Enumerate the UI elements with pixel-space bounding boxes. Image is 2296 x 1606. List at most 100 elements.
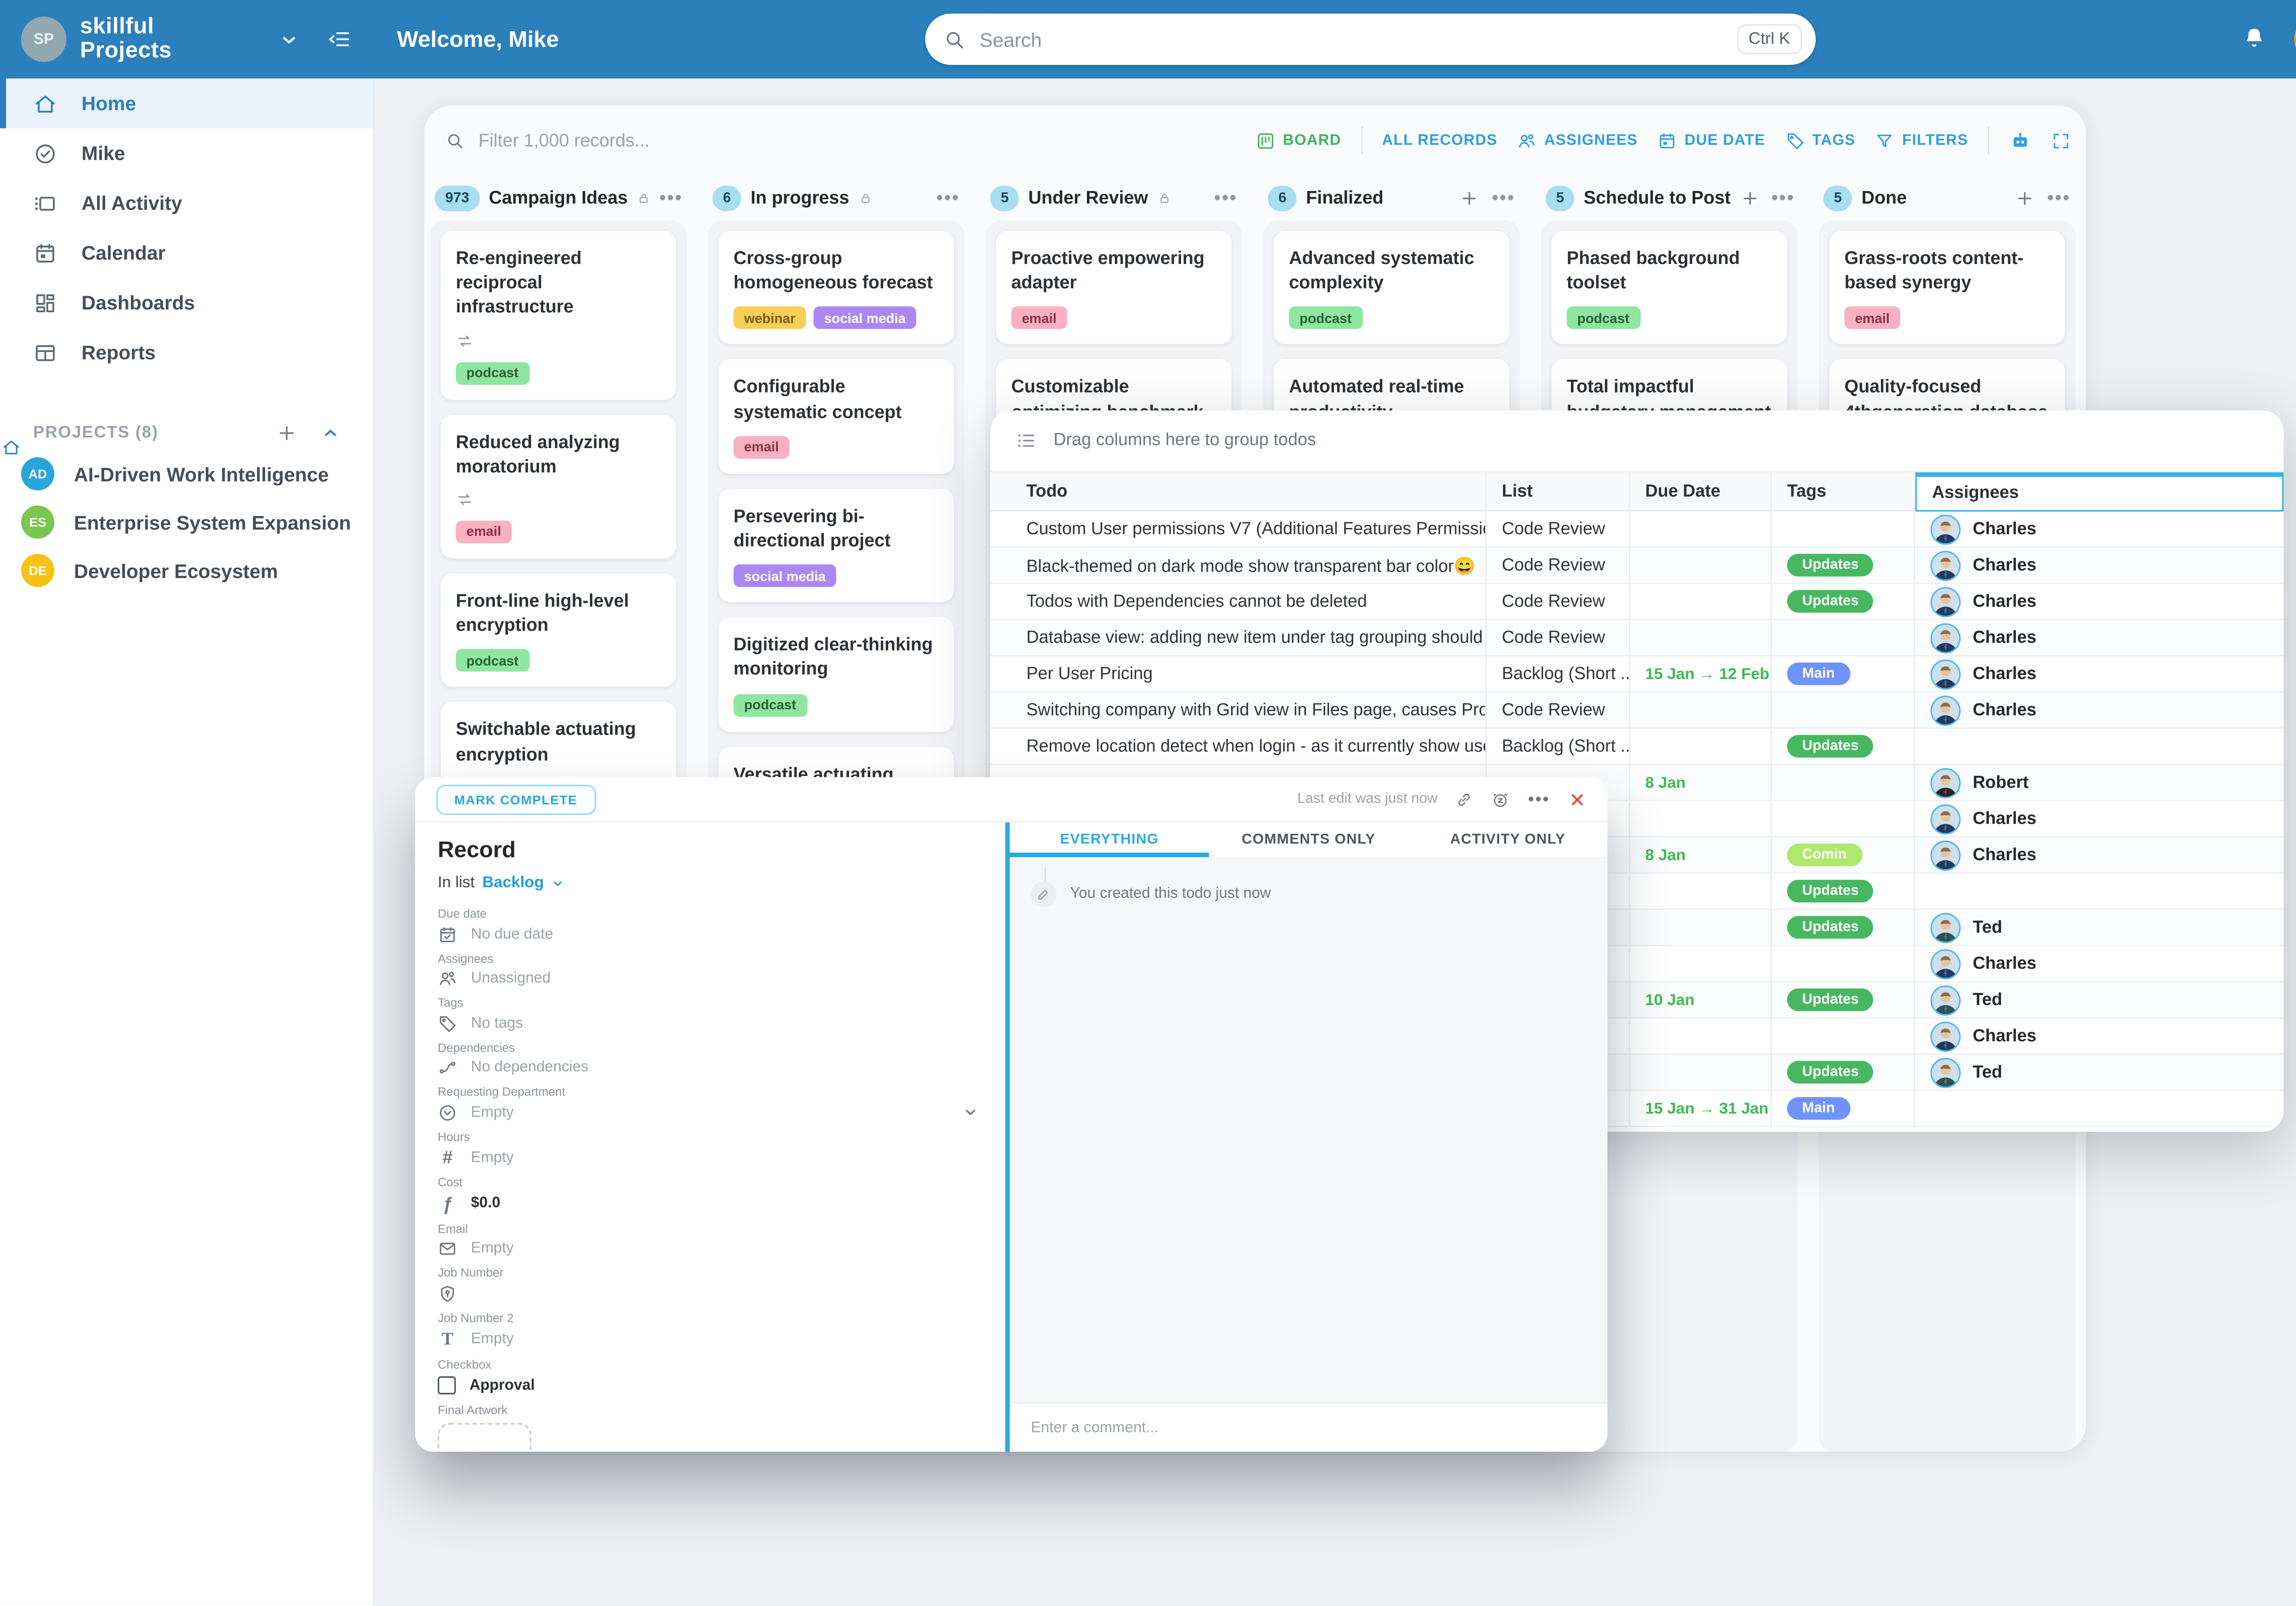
tab-everything[interactable]: EVERYTHING [1010, 822, 1209, 857]
column-menu-icon[interactable]: ••• [936, 187, 960, 208]
kanban-card[interactable]: Reduced analyzing moratoriumemail [441, 414, 676, 558]
field-value[interactable]: No due date [438, 924, 978, 944]
column-header-list[interactable]: List [1487, 472, 1630, 511]
close-icon[interactable] [1568, 790, 1586, 808]
kanban-card[interactable]: Configurable systematic conceptemail [719, 360, 954, 474]
kanban-card[interactable]: Cross-group homogeneous forecastwebinars… [719, 231, 954, 345]
column-title: In progress [751, 187, 850, 208]
column-menu-icon[interactable]: ••• [1772, 187, 1795, 208]
search-input[interactable]: Search Ctrl K [925, 14, 1816, 65]
assignee-name: Ted [1973, 1063, 2002, 1081]
toolbar-board[interactable]: BOARD [1256, 130, 1341, 150]
kanban-card[interactable]: Grass-roots content-based synergyemail [1829, 231, 2065, 345]
kanban-card[interactable]: Digitized clear-thinking monitoringpodca… [719, 618, 954, 731]
sidebar-item-home[interactable]: Home [0, 79, 373, 128]
column-header-assignees[interactable]: Assignees [1915, 472, 2284, 511]
add-project-icon[interactable] [276, 422, 298, 444]
field-value[interactable]: Unassigned [438, 969, 978, 988]
list-name-link[interactable]: Backlog [482, 874, 544, 892]
column-count-badge: 5 [1546, 185, 1575, 211]
kanban-card[interactable]: Advanced systematic complexitypodcast [1274, 231, 1509, 345]
robot-icon[interactable] [2009, 129, 2032, 152]
table-header-row: TodoListDue DateTagsAssignees [990, 472, 2284, 511]
column-menu-icon[interactable]: ••• [659, 187, 683, 208]
chevron-up-icon[interactable] [321, 424, 339, 442]
modal-more-icon[interactable]: ••• [1528, 790, 1550, 808]
toolbar-tags[interactable]: TAGS [1785, 130, 1855, 150]
kanban-card[interactable]: Front-line high-level encryptionpodcast [441, 573, 676, 687]
add-card-icon[interactable] [1460, 188, 1480, 208]
sidebar-project-es[interactable]: ESEnterprise System Expansion [0, 498, 373, 546]
tag: email [1011, 307, 1067, 329]
kanban-card[interactable]: Phased background toolsetpodcast [1552, 231, 1787, 345]
field-value[interactable]: TEmpty [438, 1328, 978, 1350]
floating-home-icon[interactable] [1, 438, 21, 457]
comment-input[interactable]: Enter a comment... [1010, 1402, 1608, 1452]
column-menu-icon[interactable]: ••• [2047, 187, 2071, 208]
table-row[interactable]: Todos with Dependencies cannot be delete… [990, 584, 2284, 620]
field-value[interactable]: Empty [438, 1239, 978, 1259]
table-row[interactable]: Per User PricingBacklog (Short ...15 Jan… [990, 657, 2284, 693]
chevron-down-icon[interactable] [551, 876, 565, 890]
field-value[interactable]: Empty [438, 1102, 978, 1122]
tab-activity-only[interactable]: ACTIVITY ONLY [1408, 822, 1608, 857]
column-header-tags[interactable]: Tags [1772, 472, 1915, 511]
field-value[interactable]: No dependencies [438, 1058, 978, 1078]
cell-tags [1772, 946, 1915, 983]
table-row[interactable]: Database view: adding new item under tag… [990, 620, 2284, 657]
copy-link-icon[interactable] [1456, 790, 1474, 808]
sidebar-item-dashboards[interactable]: Dashboards [0, 278, 373, 327]
field-label: Final Artwork [438, 1403, 978, 1416]
kanban-card[interactable]: Re-engineered reciprocal infrastructurep… [441, 231, 676, 399]
sidebar-item-calendar[interactable]: Calendar [0, 228, 373, 277]
table-row[interactable]: Black-themed on dark mode show transpare… [990, 548, 2284, 584]
field-value[interactable]: Approval [438, 1376, 978, 1395]
card-title: Phased background toolset [1567, 246, 1772, 295]
column-header-due-date[interactable]: Due Date [1630, 472, 1772, 511]
user-avatar[interactable]: M [2294, 17, 2296, 62]
chevron-down-icon[interactable] [279, 29, 299, 49]
collapse-sidebar-icon[interactable] [327, 27, 352, 51]
table-row[interactable]: Remove location detect when login - as i… [990, 729, 2284, 765]
cell-assignees: Charles [1915, 548, 2284, 584]
card-tags: podcast [456, 649, 661, 672]
kanban-card[interactable]: Proactive empowering adapteremail [996, 231, 1232, 345]
upload-artwork-button[interactable] [438, 1422, 531, 1452]
column-header-todo[interactable]: Todo [990, 472, 1486, 511]
cell-due-date [1630, 801, 1772, 837]
project-badge: AD [21, 457, 54, 490]
workspace-switcher[interactable]: SP skillful Projects [0, 16, 373, 63]
kanban-card[interactable]: Persevering bi-directional projectsocial… [719, 489, 954, 602]
cell-tags: Main [1772, 1091, 1915, 1127]
column-actions: ••• [1740, 187, 1795, 208]
field-value[interactable]: #Empty [438, 1147, 978, 1168]
add-card-icon[interactable] [1740, 188, 1760, 208]
expand-icon[interactable] [2051, 130, 2071, 150]
avatar [1930, 840, 1961, 870]
add-card-icon[interactable] [2015, 188, 2035, 208]
column-menu-icon[interactable]: ••• [1492, 187, 1515, 208]
column-menu-icon[interactable]: ••• [1214, 187, 1238, 208]
table-row[interactable]: Switching company with Grid view in File… [990, 693, 2284, 729]
field-value[interactable]: ƒ$0.0 [438, 1193, 978, 1214]
caret-down-icon[interactable] [963, 1105, 978, 1120]
snooze-icon[interactable] [1492, 790, 1510, 808]
sidebar-item-mike[interactable]: Mike [0, 128, 373, 178]
toolbar-all-records[interactable]: ALL RECORDS [1382, 132, 1497, 149]
toolbar-due-date[interactable]: DUE DATE [1657, 130, 1765, 150]
mark-complete-button[interactable]: MARK COMPLETE [436, 784, 596, 814]
table-row[interactable]: Custom User permissions V7 (Additional F… [990, 511, 2284, 548]
tab-comments-only[interactable]: COMMENTS ONLY [1209, 822, 1408, 857]
sidebar-project-de[interactable]: DEDeveloper Ecosystem [0, 546, 373, 595]
toolbar-assignees[interactable]: ASSIGNEES [1517, 130, 1638, 150]
checkbox[interactable] [438, 1376, 456, 1394]
field-value[interactable] [438, 1284, 978, 1303]
sidebar-item-all-activity[interactable]: All Activity [0, 178, 373, 228]
sidebar-item-reports[interactable]: Reports [0, 327, 373, 377]
sidebar-project-ad[interactable]: ADAI-Driven Work Intelligence [0, 449, 373, 498]
field-value[interactable]: No tags [438, 1013, 978, 1033]
notifications-bell-icon[interactable] [2241, 26, 2267, 51]
group-bar[interactable]: Drag columns here to group todos [990, 410, 2284, 472]
toolbar-filters[interactable]: FILTERS [1875, 130, 1968, 150]
field-value-text: Empty [471, 1104, 514, 1120]
